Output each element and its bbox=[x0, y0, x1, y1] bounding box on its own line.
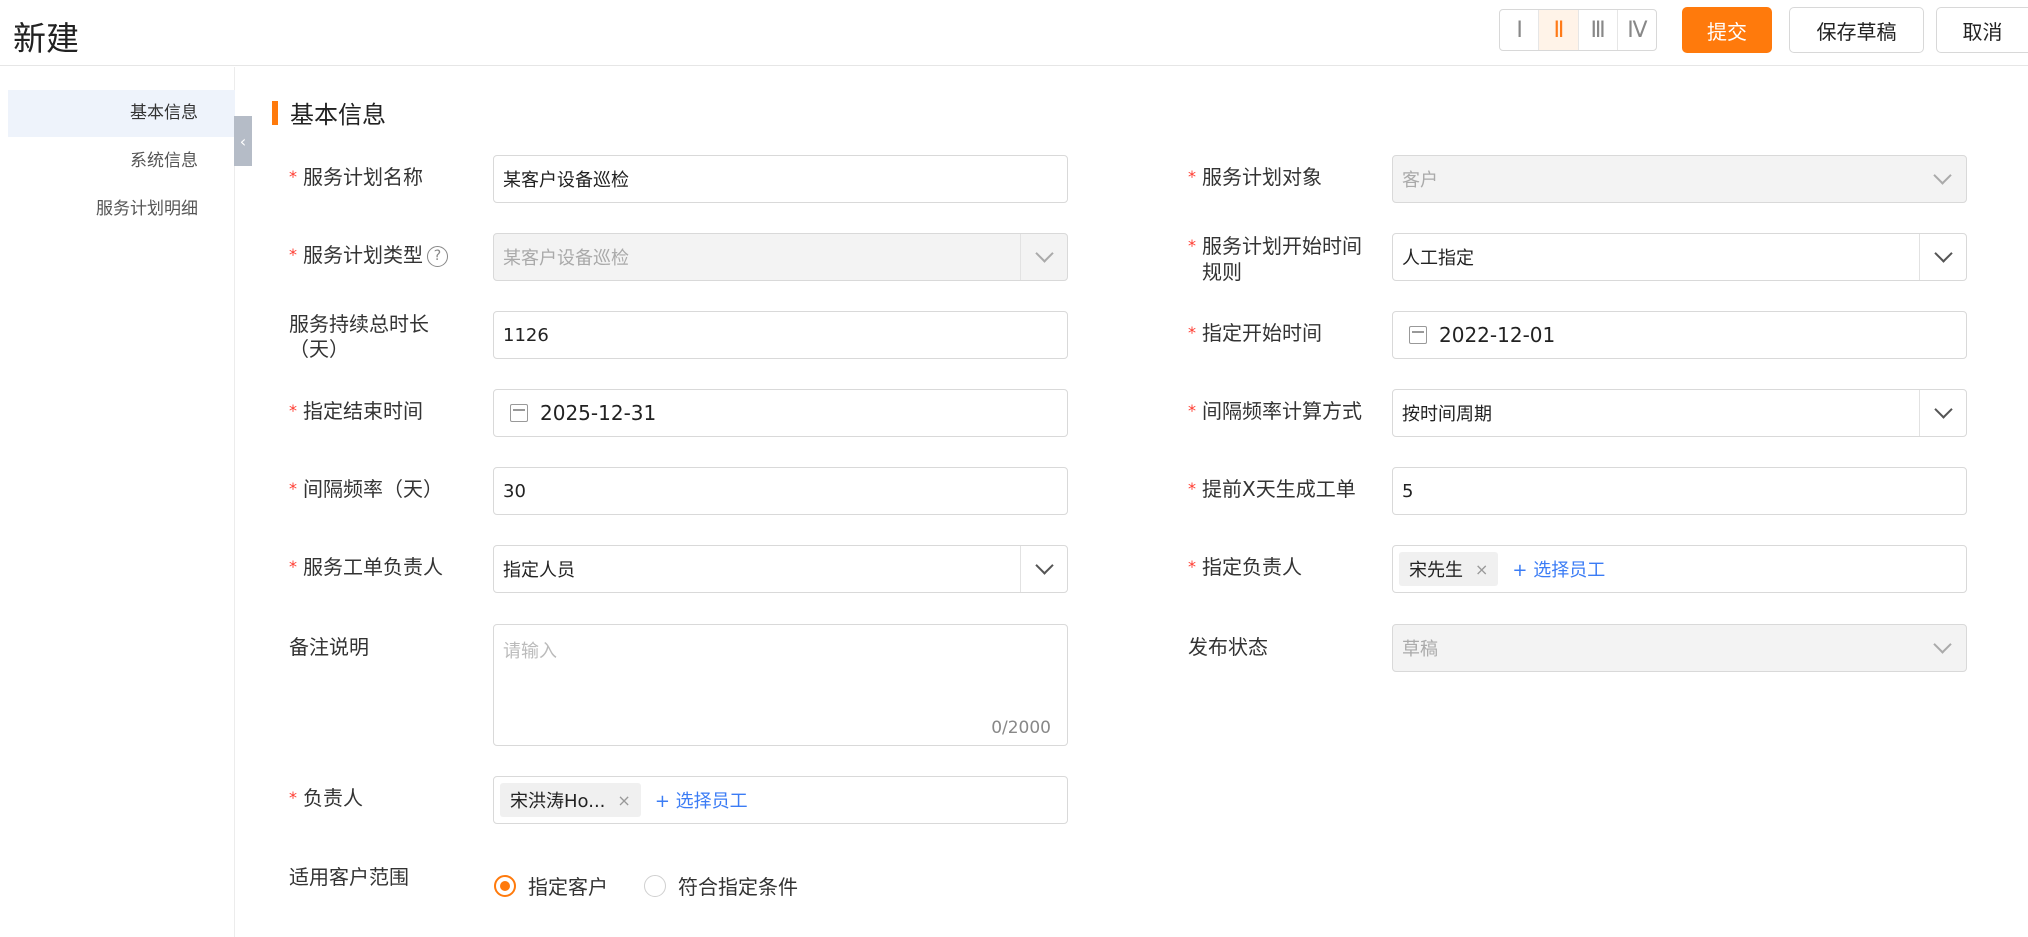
char-counter: 0/2000 bbox=[991, 718, 1051, 738]
chevron-down-icon bbox=[1020, 234, 1067, 280]
advance-days-label: * 提前X天生成工单 bbox=[1188, 477, 1356, 501]
interval-method-label: * 间隔频率计算方式 bbox=[1188, 399, 1362, 423]
collapse-sidebar-button[interactable]: ‹ bbox=[234, 116, 252, 166]
section-title: 基本信息 bbox=[290, 101, 386, 129]
save-draft-button[interactable]: 保存草稿 bbox=[1789, 7, 1924, 53]
owner-label: * 负责人 bbox=[289, 786, 363, 810]
page-title: 新建 bbox=[13, 19, 79, 58]
calendar-icon bbox=[1409, 326, 1427, 344]
required-mark: * bbox=[1188, 401, 1196, 420]
radio-matching-condition[interactable] bbox=[644, 874, 666, 897]
radio-label: 符合指定条件 bbox=[678, 875, 798, 899]
required-mark: * bbox=[289, 479, 297, 498]
required-mark: * bbox=[289, 788, 297, 807]
layout-two-column-button[interactable]: Ⅱ bbox=[1539, 10, 1579, 50]
start-rule-label: * 服务计划开始时间 规则 bbox=[1188, 234, 1362, 284]
plan-type-label: * 服务计划类型? bbox=[289, 243, 448, 269]
plan-name-label: * 服务计划名称 bbox=[289, 165, 423, 189]
order-owner-label: * 服务工单负责人 bbox=[289, 555, 443, 579]
plan-name-input[interactable]: 某客户设备巡检 bbox=[493, 155, 1068, 203]
layout-four-column-button[interactable]: Ⅳ bbox=[1618, 10, 1656, 50]
section-header: 基本信息 bbox=[272, 97, 386, 129]
plan-target-label: * 服务计划对象 bbox=[1188, 165, 1322, 189]
publish-status-select[interactable]: 草稿 bbox=[1392, 624, 1967, 672]
interval-method-select[interactable]: 按时间周期 bbox=[1392, 389, 1967, 437]
required-mark: * bbox=[1188, 323, 1196, 342]
interval-days-label: * 间隔频率（天） bbox=[289, 477, 443, 501]
assigned-owner-picker[interactable]: 宋先生 × + 选择员工 bbox=[1392, 545, 1967, 593]
required-mark: * bbox=[1188, 236, 1196, 255]
remark-textarea[interactable]: 请输入 0/2000 bbox=[493, 624, 1068, 746]
remark-placeholder: 请输入 bbox=[503, 641, 557, 662]
page-header: 新建 Ⅰ Ⅱ Ⅲ Ⅳ 提交 保存草稿 取消 bbox=[0, 0, 2028, 66]
remark-label: 备注说明 bbox=[289, 635, 369, 659]
select-employee-link[interactable]: + 选择员工 bbox=[655, 787, 748, 813]
calendar-icon bbox=[510, 404, 528, 422]
chevron-down-icon bbox=[1919, 234, 1966, 280]
required-mark: * bbox=[1188, 479, 1196, 498]
end-time-picker[interactable]: 2025-12-31 bbox=[493, 389, 1068, 437]
plan-target-select[interactable]: 客户 bbox=[1392, 155, 1967, 203]
radio-specified-customer[interactable] bbox=[494, 874, 516, 897]
nav-item-basic-info[interactable]: 基本信息 bbox=[8, 90, 235, 137]
chevron-down-icon bbox=[1919, 156, 1966, 202]
duration-label: 服务持续总时长 （天） bbox=[289, 312, 429, 361]
required-mark: * bbox=[289, 245, 297, 264]
nav-item-plan-detail[interactable]: 服务计划明细 bbox=[8, 186, 235, 233]
close-icon[interactable]: × bbox=[1475, 560, 1488, 579]
required-mark: * bbox=[289, 167, 297, 186]
help-icon[interactable]: ? bbox=[427, 246, 448, 267]
owner-picker[interactable]: 宋洪涛Ho... × + 选择员工 bbox=[493, 776, 1068, 824]
duration-input[interactable]: 1126 bbox=[493, 311, 1068, 359]
close-icon[interactable]: × bbox=[617, 791, 630, 810]
nav-item-system-info[interactable]: 系统信息 bbox=[8, 138, 235, 185]
chevron-left-icon: ‹ bbox=[239, 131, 247, 151]
chevron-down-icon bbox=[1020, 546, 1067, 592]
advance-days-input[interactable]: 5 bbox=[1392, 467, 1967, 515]
radio-label: 指定客户 bbox=[528, 875, 608, 899]
employee-tag: 宋洪涛Ho... × bbox=[500, 783, 641, 817]
customer-scope-radio-group: 指定客户 符合指定条件 bbox=[494, 871, 834, 900]
end-time-label: * 指定结束时间 bbox=[289, 399, 423, 423]
section-accent-bar bbox=[272, 100, 278, 125]
employee-tag: 宋先生 × bbox=[1399, 552, 1499, 586]
start-rule-select[interactable]: 人工指定 bbox=[1392, 233, 1967, 281]
assigned-owner-label: * 指定负责人 bbox=[1188, 555, 1302, 579]
required-mark: * bbox=[1188, 167, 1196, 186]
layout-one-column-button[interactable]: Ⅰ bbox=[1500, 10, 1540, 50]
required-mark: * bbox=[1188, 557, 1196, 576]
layout-three-column-button[interactable]: Ⅲ bbox=[1579, 10, 1618, 50]
order-owner-select[interactable]: 指定人员 bbox=[493, 545, 1068, 593]
select-employee-link[interactable]: + 选择员工 bbox=[1512, 556, 1605, 582]
submit-button[interactable]: 提交 bbox=[1682, 7, 1772, 53]
chevron-down-icon bbox=[1919, 390, 1966, 436]
column-layout-switch: Ⅰ Ⅱ Ⅲ Ⅳ bbox=[1499, 9, 1657, 51]
customer-scope-label: 适用客户范围 bbox=[289, 865, 409, 889]
interval-days-input[interactable]: 30 bbox=[493, 467, 1068, 515]
start-time-label: * 指定开始时间 bbox=[1188, 321, 1322, 345]
cancel-button[interactable]: 取消 bbox=[1936, 7, 2028, 53]
plan-type-select[interactable]: 某客户设备巡检 bbox=[493, 233, 1068, 281]
required-mark: * bbox=[289, 557, 297, 576]
chevron-down-icon bbox=[1919, 625, 1966, 671]
start-time-picker[interactable]: 2022-12-01 bbox=[1392, 311, 1967, 359]
publish-status-label: 发布状态 bbox=[1188, 635, 1268, 659]
required-mark: * bbox=[289, 401, 297, 420]
